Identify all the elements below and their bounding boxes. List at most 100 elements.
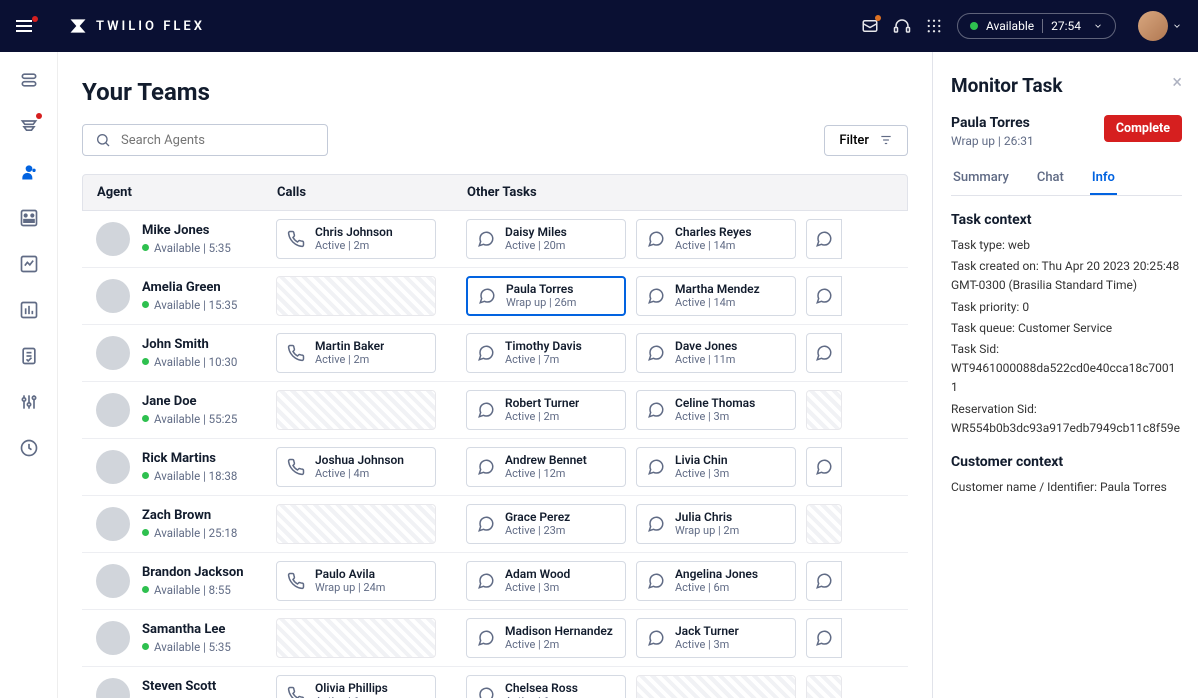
task-context-line: Task created on: Thu Apr 20 2023 20:25:4… — [951, 257, 1182, 295]
task-card[interactable]: Chris JohnsonActive | 2m — [276, 219, 436, 259]
tab-info[interactable]: Info — [1090, 162, 1117, 195]
task-card[interactable]: Olivia PhillipsActive | 1m — [276, 675, 436, 698]
task-card[interactable]: | — [806, 276, 842, 316]
nav-history-icon[interactable] — [19, 438, 39, 458]
task-card[interactable]: | — [806, 561, 842, 601]
customer-context-line: Customer name / Identifier: Paula Torres — [951, 478, 1182, 497]
task-card[interactable]: Timothy DavisActive | 7m — [466, 333, 626, 373]
task-card[interactable]: Jack TurnerActive | 3m — [636, 618, 796, 658]
task-card[interactable]: Daisy MilesActive | 20m — [466, 219, 626, 259]
nav-tasks-icon[interactable] — [19, 70, 39, 90]
nav-reports-icon[interactable] — [19, 300, 39, 320]
agent-avatar — [96, 678, 130, 698]
chat-icon — [815, 287, 833, 305]
status-label: Available — [986, 19, 1034, 33]
agent-name: John Smith — [142, 337, 237, 353]
task-status: Active | 20m — [505, 240, 567, 253]
task-card[interactable]: Celine ThomasActive | 3m — [636, 390, 796, 430]
nav-analytics-icon[interactable] — [19, 254, 39, 274]
chat-icon — [477, 686, 495, 698]
task-card[interactable]: | — [806, 219, 842, 259]
task-card[interactable]: | — [806, 447, 842, 487]
task-card[interactable]: | — [806, 333, 842, 373]
complete-button[interactable]: Complete — [1104, 115, 1182, 142]
menu-toggle[interactable] — [16, 14, 40, 38]
task-card[interactable]: Dave JonesActive | 11m — [636, 333, 796, 373]
task-card[interactable]: Julia ChrisWrap up | 2m — [636, 504, 796, 544]
task-customer-name: Charles Reyes — [675, 226, 752, 240]
chevron-down-icon[interactable] — [1172, 21, 1182, 31]
agent-row: Mike JonesAvailable | 5:35Chris JohnsonA… — [82, 211, 908, 268]
task-card[interactable]: Angelina JonesActive | 6m — [636, 561, 796, 601]
task-context-line: Task queue: Customer Service — [951, 319, 1182, 338]
chat-icon — [647, 458, 665, 476]
chat-icon — [477, 515, 495, 533]
agent-name: Zach Brown — [142, 508, 237, 524]
nav-teams-icon[interactable] — [19, 162, 39, 182]
filter-icon — [879, 133, 893, 147]
task-card[interactable]: Madison HernandezActive | 2m — [466, 618, 626, 658]
task-status: Active | 12m — [505, 468, 587, 481]
task-customer-name: Grace Perez — [505, 511, 570, 525]
apps-grid-icon[interactable] — [925, 17, 943, 35]
phone-icon — [287, 572, 305, 590]
chat-icon — [478, 287, 496, 305]
task-card[interactable]: Adam WoodActive | 3m — [466, 561, 626, 601]
task-card[interactable]: Grace PerezActive | 23m — [466, 504, 626, 544]
agent-row: Rick MartinsAvailable | 18:38Joshua John… — [82, 439, 908, 496]
nav-dashboard-icon[interactable] — [19, 208, 39, 228]
task-customer-name: Celine Thomas — [675, 397, 755, 411]
task-status: Active | 2m — [315, 240, 393, 253]
task-card[interactable]: Robert TurnerActive | 2m — [466, 390, 626, 430]
agent-status-selector[interactable]: Available 27:54 — [957, 13, 1116, 39]
task-card[interactable]: Chelsea RossActive | 1m — [466, 675, 626, 698]
task-card[interactable]: Paulo AvilaWrap up | 24m — [276, 561, 436, 601]
task-customer-name: Martha Mendez — [675, 283, 760, 297]
status-indicator-icon — [142, 301, 149, 308]
task-customer-name: Chelsea Ross — [505, 682, 578, 696]
chat-icon — [477, 458, 495, 476]
task-status: Active | 14m — [675, 297, 760, 310]
search-input-wrapper[interactable] — [82, 124, 328, 156]
tab-summary[interactable]: Summary — [951, 162, 1011, 195]
headset-icon[interactable] — [893, 17, 911, 35]
search-input[interactable] — [121, 133, 315, 148]
page-title: Your Teams — [82, 78, 908, 106]
chat-icon — [477, 401, 495, 419]
tab-chat[interactable]: Chat — [1035, 162, 1066, 195]
task-context-title: Task context — [951, 212, 1182, 228]
nav-queue-icon[interactable] — [19, 116, 39, 136]
task-context-line: Task type: web — [951, 236, 1182, 255]
user-avatar[interactable] — [1138, 11, 1168, 41]
task-card[interactable]: Paula TorresWrap up | 26m — [466, 276, 626, 316]
empty-slot — [806, 504, 842, 544]
app-name: TWILIO FLEX — [96, 19, 205, 34]
task-card[interactable]: Charles ReyesActive | 14m — [636, 219, 796, 259]
agent-row: Samantha LeeAvailable | 5:35Madison Hern… — [82, 610, 908, 667]
task-card[interactable]: Livia ChinActive | 3m — [636, 447, 796, 487]
close-icon[interactable]: × — [1172, 74, 1182, 92]
task-customer-name: Martin Baker — [315, 340, 384, 354]
task-status: Active | 3m — [675, 411, 755, 424]
notification-dot — [32, 16, 38, 22]
task-card[interactable]: Martin BakerActive | 2m — [276, 333, 436, 373]
inbox-icon[interactable] — [861, 17, 879, 35]
status-indicator-icon — [142, 529, 149, 536]
notification-dot — [875, 15, 881, 21]
nav-clipboard-icon[interactable] — [19, 346, 39, 366]
task-customer-name: Daisy Miles — [505, 226, 567, 240]
phone-icon — [287, 458, 305, 476]
agent-row: Amelia GreenAvailable | 15:35Paula Torre… — [82, 268, 908, 325]
task-card[interactable]: Martha MendezActive | 14m — [636, 276, 796, 316]
filter-button[interactable]: Filter — [824, 125, 908, 156]
task-card[interactable]: | — [806, 618, 842, 658]
nav-settings-icon[interactable] — [19, 392, 39, 412]
phone-icon — [287, 344, 305, 362]
chat-icon — [477, 629, 495, 647]
task-card[interactable]: Andrew BennetActive | 12m — [466, 447, 626, 487]
chat-icon — [815, 344, 833, 362]
task-card[interactable]: Joshua JohnsonActive | 4m — [276, 447, 436, 487]
topbar-actions: Available 27:54 — [861, 11, 1182, 41]
task-status: Active | 14m — [675, 240, 752, 253]
panel-customer-name: Paula Torres — [951, 115, 1034, 131]
